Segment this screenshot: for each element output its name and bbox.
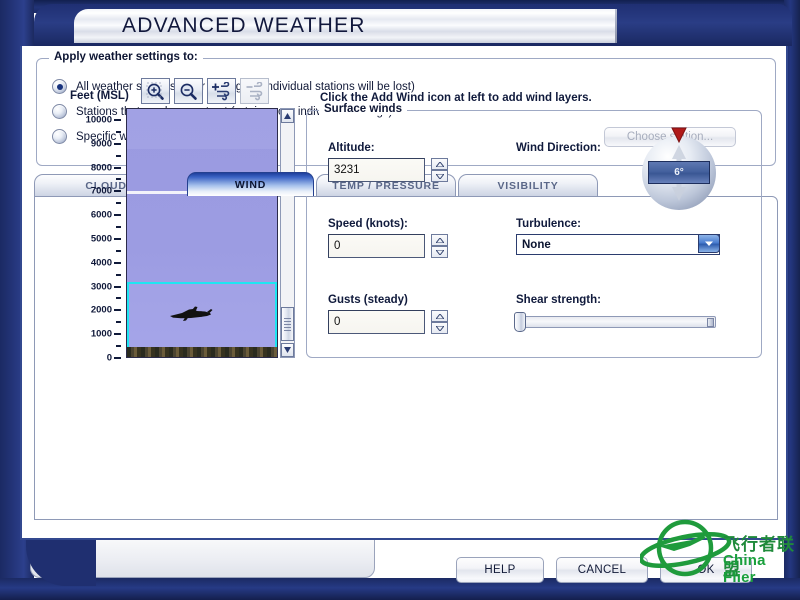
axis-tick-label: 2000 (90, 304, 112, 316)
scroll-down-icon[interactable] (281, 343, 294, 357)
axis-tick-major (114, 237, 121, 240)
speed-stepper-down[interactable] (431, 246, 448, 258)
axis-tick-label: 9000 (90, 138, 112, 150)
shear-strength-label: Shear strength: (516, 294, 601, 306)
turbulence-select[interactable]: None (516, 234, 720, 255)
gusts-input[interactable]: 0 (328, 310, 425, 334)
gusts-stepper-up[interactable] (431, 310, 448, 322)
aircraft-icon (167, 305, 215, 328)
wind-direction-dial[interactable]: 6° (642, 136, 716, 210)
cancel-button[interactable]: CANCEL (556, 557, 648, 583)
remove-wind-layer-icon (240, 78, 269, 104)
surface-winds-title: Surface winds (319, 103, 407, 115)
axis-tick-label: 3000 (90, 281, 112, 293)
axis-tick-major (114, 190, 121, 193)
axis-tick-label: 4000 (90, 257, 112, 269)
altitude-chart-canvas[interactable] (126, 108, 278, 358)
axis-tick-label: 7000 (90, 185, 112, 197)
speed-stepper-up[interactable] (431, 234, 448, 246)
axis-tick-label: 8000 (90, 162, 112, 174)
turbulence-label: Turbulence: (516, 218, 581, 230)
axis-tick-major (114, 261, 121, 264)
advanced-weather-window: ts ADVANCED WEATHER Apply weather settin… (0, 0, 800, 600)
altitude-axis: 0 1000 2000 3000 4000 5000 6000 7000 8000 9000 100… (64, 108, 126, 364)
terrain-strip (127, 347, 277, 357)
title-bar: ADVANCED WEATHER (34, 4, 792, 46)
speed-label: Speed (knots): (328, 218, 408, 230)
radio-indicator[interactable] (52, 79, 67, 94)
axis-tick-minor (116, 297, 121, 300)
chevron-down-icon[interactable] (698, 234, 720, 253)
slider-max-marker (707, 318, 714, 327)
altitude-input[interactable]: 3231 (328, 158, 425, 182)
altitude-stepper-up[interactable] (431, 158, 448, 170)
watermark-english-text: China Flier (723, 552, 766, 586)
add-wind-layer-icon[interactable] (207, 78, 236, 104)
axis-tick-minor (116, 130, 121, 133)
zoom-out-icon[interactable] (174, 78, 203, 104)
axis-tick-major (114, 214, 121, 217)
altitude-label: Altitude: (328, 142, 375, 154)
cancel-button-label: CANCEL (577, 564, 627, 576)
axis-tick-major (114, 309, 121, 312)
tab-label: WIND (234, 178, 267, 191)
turbulence-value: None (522, 238, 551, 251)
gusts-label: Gusts (steady) (328, 294, 408, 306)
sky-band-upper (127, 109, 277, 149)
gusts-stepper[interactable] (431, 310, 448, 334)
altitude-chart: 0 1000 2000 3000 4000 5000 6000 7000 8000 9000 100… (64, 108, 295, 364)
axis-tick-minor (116, 226, 121, 229)
axis-tick-major (114, 166, 121, 169)
ok-button-label: OK (697, 564, 715, 576)
axis-tick-label: 1000 (90, 328, 112, 340)
wind-direction-pointer-icon[interactable] (670, 127, 688, 143)
shear-strength-slider[interactable] (516, 316, 716, 328)
zoom-in-icon[interactable] (141, 78, 170, 104)
apply-settings-title: Apply weather settings to: (49, 51, 203, 63)
wind-direction-value: 6° (674, 167, 684, 178)
speed-value: 0 (334, 240, 341, 252)
wind-direction-label: Wind Direction: (516, 142, 601, 154)
axis-tick-minor (116, 345, 121, 348)
altitude-stepper[interactable] (431, 158, 448, 182)
help-button-label: HELP (484, 564, 516, 576)
axis-tick-label: 6000 (90, 209, 112, 221)
gusts-value: 0 (334, 316, 341, 328)
shear-strength-thumb[interactable] (514, 312, 526, 332)
axis-tick-label: 5000 (90, 233, 112, 245)
axis-tick-minor (116, 178, 121, 181)
altitude-stepper-down[interactable] (431, 170, 448, 182)
speed-input[interactable]: 0 (328, 234, 425, 258)
page-title: ADVANCED WEATHER (122, 14, 366, 37)
dialog-body: Apply weather settings to: All weather s… (20, 46, 788, 540)
axis-tick-major (114, 333, 121, 336)
axis-tick-label: 0 (106, 352, 112, 364)
axis-tick-major (114, 118, 121, 121)
axis-tick-minor (116, 249, 121, 252)
axis-tick-minor (116, 321, 121, 324)
axis-tick-minor (116, 202, 121, 205)
scrollbar-thumb[interactable] (281, 307, 294, 341)
wind-direction-readout[interactable]: 6° (648, 161, 710, 184)
tab-wind[interactable]: WIND (187, 172, 314, 196)
axis-tick-major (114, 285, 121, 288)
chart-axis-caption: Feet (MSL) (70, 90, 129, 102)
axis-tick-major (114, 142, 121, 145)
speed-stepper[interactable] (431, 234, 448, 258)
altitude-value: 3231 (334, 164, 360, 176)
axis-tick-minor (116, 273, 121, 276)
axis-tick-minor (116, 154, 121, 157)
help-button[interactable]: HELP (456, 557, 544, 583)
axis-tick-major (114, 357, 121, 359)
gusts-stepper-down[interactable] (431, 322, 448, 334)
axis-tick-label: 10000 (85, 114, 112, 126)
scroll-up-icon[interactable] (281, 109, 294, 123)
chart-vertical-scrollbar[interactable] (280, 108, 295, 358)
